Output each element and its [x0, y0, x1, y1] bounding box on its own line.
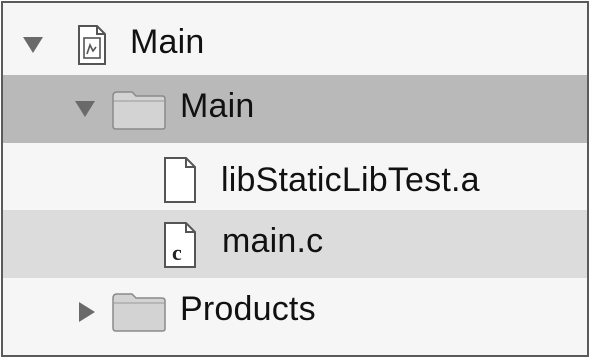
- folder-icon: [112, 91, 166, 130]
- blank-file-icon: [164, 157, 196, 203]
- disclosure-expanded-icon[interactable]: [73, 97, 97, 121]
- folder-icon: [112, 293, 166, 332]
- tree-row-project-main[interactable]: Main: [3, 11, 587, 79]
- tree-row-file-libstaticlibtest[interactable]: libStaticLibTest.a: [3, 149, 587, 217]
- disclosure-collapsed-icon[interactable]: [75, 300, 99, 324]
- disclosure-expanded-icon[interactable]: [21, 33, 45, 57]
- tree-row-label: main.c: [222, 222, 324, 260]
- tree-row-group-main[interactable]: Main: [3, 75, 587, 143]
- tree-row-label: Main: [130, 23, 205, 61]
- c-source-file-icon: c: [164, 222, 196, 268]
- tree-row-label: libStaticLibTest.a: [221, 161, 480, 199]
- tree-row-file-main-c[interactable]: c main.c: [3, 210, 587, 278]
- tree-row-group-products[interactable]: Products: [3, 278, 587, 346]
- tree-row-label: Products: [180, 290, 316, 328]
- tree-row-label: Main: [180, 87, 255, 125]
- file-badge-text: c: [172, 240, 182, 265]
- project-navigator: Main Main libStaticLibTest.a c main.c Pr…: [1, 1, 589, 357]
- project-file-icon: [78, 25, 106, 65]
